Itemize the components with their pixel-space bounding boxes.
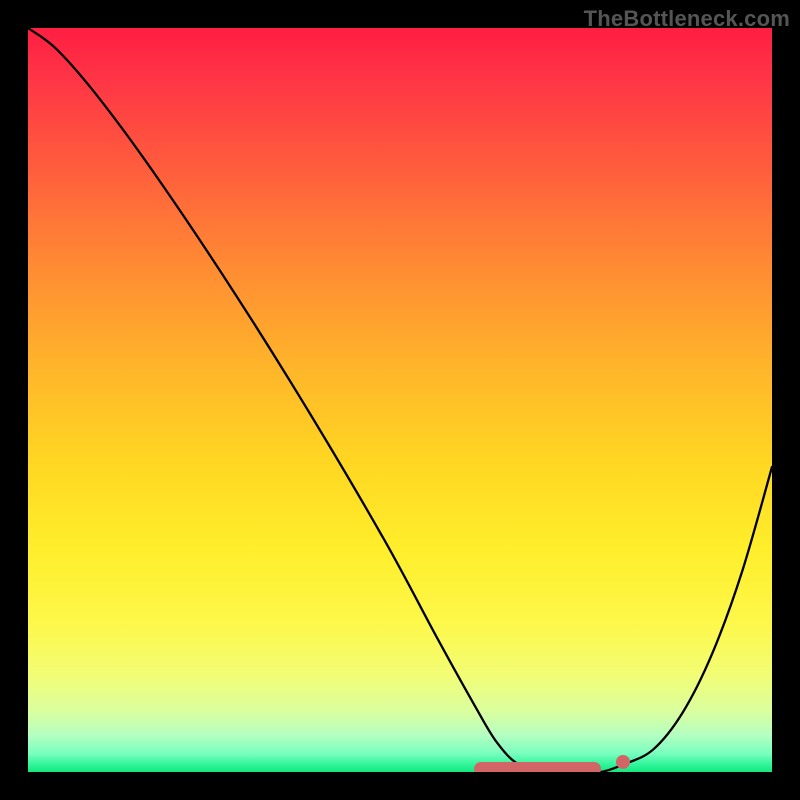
marker-dot xyxy=(616,755,630,769)
plot-area xyxy=(28,28,772,772)
watermark-text: TheBottleneck.com xyxy=(584,6,790,32)
marker-bar xyxy=(474,762,600,772)
bottleneck-curve xyxy=(28,28,772,772)
chart-root: TheBottleneck.com xyxy=(0,0,800,800)
